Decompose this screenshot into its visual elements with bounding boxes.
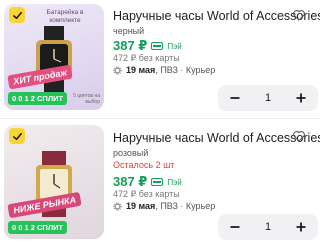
- price: 387 ₽: [113, 174, 148, 189]
- card-icon: [151, 178, 164, 186]
- product-title[interactable]: Наручные часы World of Accessories: [113, 131, 320, 145]
- gear-icon: [113, 65, 122, 75]
- delivery-date: 19 мая: [126, 201, 156, 211]
- heart-icon[interactable]: [292, 8, 306, 22]
- select-checkbox[interactable]: [9, 7, 25, 23]
- plus-icon: [296, 93, 306, 103]
- plus-icon: [296, 222, 306, 232]
- quantity-stepper: 1: [218, 85, 318, 111]
- delivery-date: 19 мая: [126, 65, 156, 75]
- card-icon: [151, 42, 164, 50]
- delivery-method: , ПВЗ · Курьер: [155, 65, 216, 75]
- select-checkbox[interactable]: [9, 128, 25, 144]
- promo-text: Батарейка в комплекте: [46, 9, 84, 24]
- price-row: 387 ₽ Пэй: [113, 38, 182, 54]
- split-badge: 0 0 1 2 СПЛИТ: [8, 221, 68, 234]
- quantity-value: 1: [264, 92, 272, 104]
- product-image[interactable]: НИЖЕ РЫНКА 0 0 1 2 СПЛИТ: [4, 125, 104, 239]
- pay-label: Пэй: [167, 177, 182, 187]
- price: 387 ₽: [113, 38, 148, 53]
- price-row: 387 ₽ Пэй: [113, 174, 182, 190]
- quantity-stepper: 1: [218, 214, 318, 240]
- checkmark-icon: [12, 132, 22, 140]
- increase-button[interactable]: [292, 218, 310, 236]
- decrease-button[interactable]: [226, 218, 244, 236]
- price-without-card: 472 ₽ без карты: [113, 189, 180, 199]
- checkmark-icon: [12, 11, 22, 19]
- product-color: розовый: [113, 148, 149, 158]
- heart-icon[interactable]: [292, 129, 306, 143]
- increase-button[interactable]: [292, 89, 310, 107]
- delivery-info: 19 мая, ПВЗ · Курьер: [113, 201, 215, 211]
- cart-item: НИЖЕ РЫНКА 0 0 1 2 СПЛИТ Наручные часы W…: [0, 119, 320, 243]
- product-color: черный: [113, 26, 145, 36]
- pay-label: Пэй: [167, 41, 182, 51]
- colors-note: 5 цветов на выбор: [73, 93, 100, 105]
- decrease-button[interactable]: [226, 89, 244, 107]
- product-title[interactable]: Наручные часы World of Accessories: [113, 9, 320, 23]
- minus-icon: [230, 226, 240, 228]
- delivery-method: , ПВЗ · Курьер: [155, 201, 216, 211]
- cart-item: Батарейка в комплекте ХИТ продаж 0 0 1 2…: [0, 0, 320, 118]
- quantity-value: 1: [264, 221, 272, 233]
- delivery-info: 19 мая, ПВЗ · Курьер: [113, 65, 215, 75]
- minus-icon: [230, 97, 240, 99]
- stock-warning: Осталось 2 шт: [113, 160, 175, 170]
- gear-icon: [113, 201, 122, 211]
- price-without-card: 472 ₽ без карты: [113, 53, 180, 63]
- product-image[interactable]: Батарейка в комплекте ХИТ продаж 0 0 1 2…: [4, 4, 104, 110]
